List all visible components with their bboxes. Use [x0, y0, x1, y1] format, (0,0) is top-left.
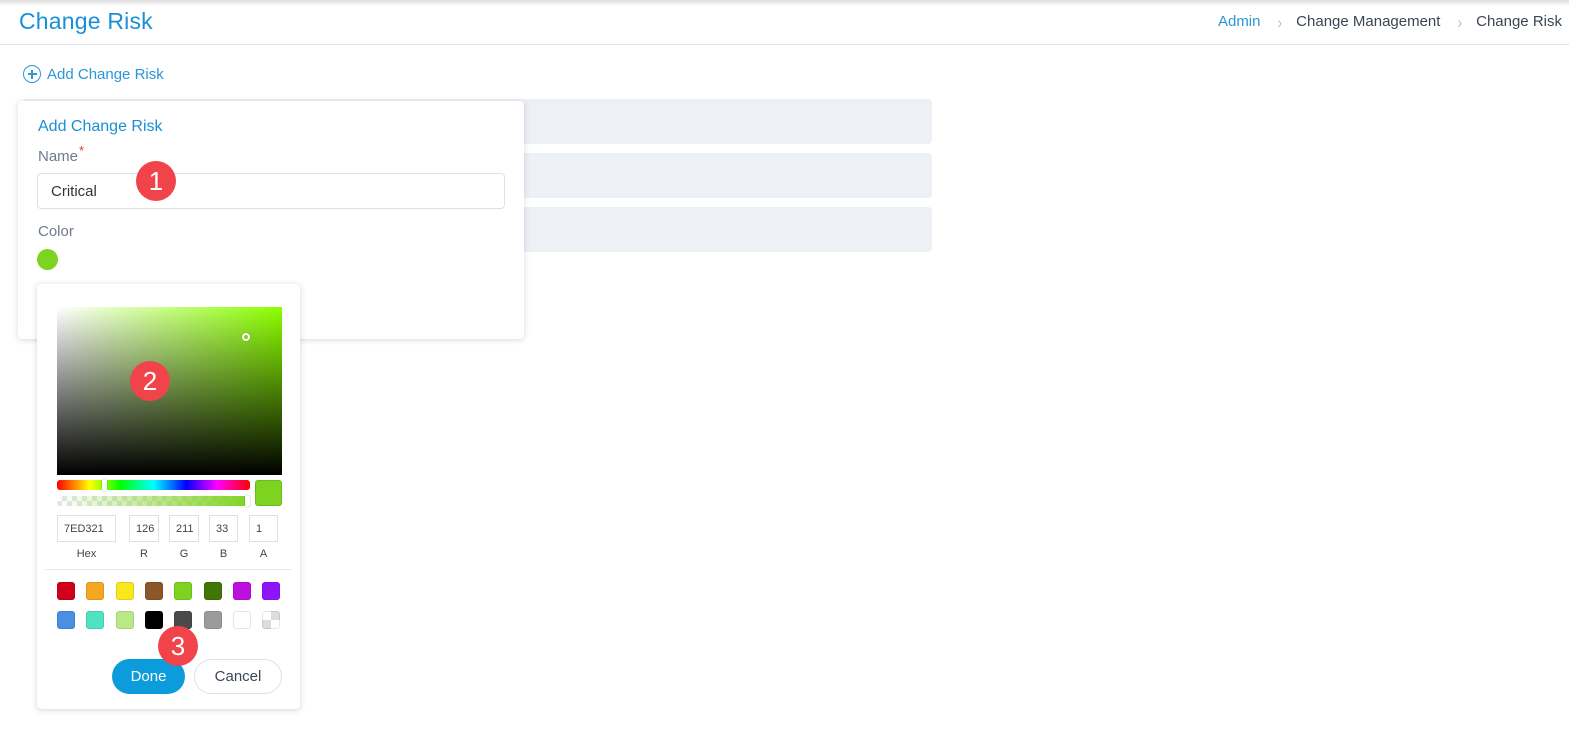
preset-color-swatch[interactable] — [174, 582, 193, 600]
preset-color-swatch[interactable] — [262, 611, 281, 629]
form-title: Add Change Risk — [38, 118, 163, 135]
saturation-value-area[interactable] — [57, 307, 282, 475]
name-label-text: Name — [38, 148, 79, 165]
annotation-marker-2: 2 — [130, 361, 170, 401]
name-label: Name* — [38, 143, 84, 165]
blue-input[interactable] — [209, 515, 238, 542]
green-input[interactable] — [169, 515, 199, 542]
alpha-slider[interactable] — [57, 495, 250, 507]
breadcrumb-change-management[interactable]: Change Management — [1296, 13, 1440, 30]
red-label: R — [140, 548, 148, 560]
color-swatch-button[interactable] — [37, 249, 58, 270]
saturation-handle[interactable] — [242, 333, 250, 341]
cancel-button[interactable]: Cancel — [194, 659, 282, 694]
value-gradient — [57, 307, 282, 475]
preset-color-swatch[interactable] — [86, 582, 105, 600]
required-asterisk: * — [79, 143, 85, 158]
annotation-marker-1: 1 — [136, 161, 176, 201]
red-input[interactable] — [129, 515, 159, 542]
alpha-slider-handle[interactable] — [245, 495, 250, 507]
hue-slider[interactable] — [57, 479, 250, 491]
preset-color-swatch[interactable] — [232, 582, 251, 600]
preset-color-swatch[interactable] — [203, 582, 222, 600]
page-header: Change Risk Admin › Change Management › … — [0, 0, 1569, 45]
color-label: Color — [38, 223, 74, 240]
hex-input[interactable] — [57, 515, 116, 542]
annotation-marker-3: 3 — [158, 626, 198, 666]
chevron-right-icon: › — [1457, 11, 1463, 32]
preset-color-swatch[interactable] — [57, 611, 75, 629]
preset-color-swatch[interactable] — [262, 582, 281, 600]
breadcrumb-admin[interactable]: Admin — [1218, 13, 1261, 30]
add-change-risk-label: Add Change Risk — [47, 65, 164, 83]
blue-label: B — [219, 548, 228, 560]
preset-color-swatch[interactable] — [144, 582, 163, 600]
preset-color-swatch[interactable] — [232, 611, 251, 629]
page-title: Change Risk — [19, 8, 153, 34]
green-label: G — [179, 548, 189, 560]
divider — [45, 569, 292, 570]
color-preview — [255, 480, 282, 506]
alpha-label: A — [259, 548, 268, 560]
name-input[interactable] — [37, 173, 505, 209]
breadcrumb-change-risk: Change Risk — [1476, 13, 1562, 30]
alpha-gradient — [57, 496, 250, 506]
preset-color-swatch[interactable] — [86, 611, 105, 629]
breadcrumb: Admin › Change Management › Change Risk — [1218, 11, 1562, 32]
preset-color-swatch[interactable] — [57, 582, 75, 600]
preset-color-swatch[interactable] — [144, 611, 163, 629]
hex-label: Hex — [76, 548, 97, 560]
preset-color-swatch[interactable] — [115, 582, 134, 600]
add-change-risk-button[interactable]: Add Change Risk — [23, 65, 164, 83]
preset-color-swatch[interactable] — [115, 611, 134, 629]
chevron-right-icon: › — [1277, 11, 1283, 32]
preset-color-swatch[interactable] — [203, 611, 222, 629]
hue-slider-handle[interactable] — [102, 479, 107, 491]
plus-circle-icon — [23, 65, 41, 83]
alpha-input[interactable] — [249, 515, 278, 542]
